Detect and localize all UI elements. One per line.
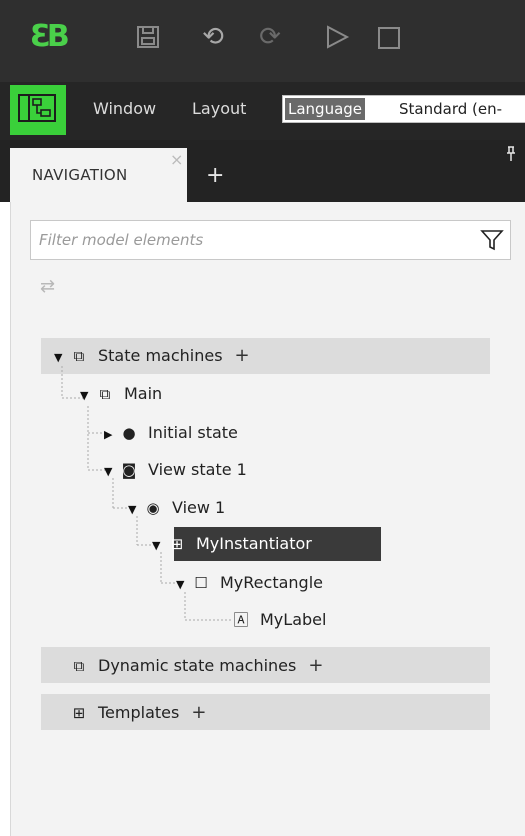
collapse-arrow-icon[interactable]: ▶ — [104, 421, 118, 449]
tree-label: View state 1 — [148, 460, 247, 479]
tree-node-view[interactable]: ▼ ◉ View 1 — [128, 494, 225, 522]
rectangle-icon: ☐ — [194, 574, 208, 592]
tree-node-dynamic-state-machines[interactable]: ⧉ Dynamic state machines + — [68, 652, 324, 680]
tree-label: State machines — [98, 346, 223, 365]
tree-node-view-state[interactable]: ▼ ◙ View state 1 — [104, 456, 247, 484]
tree-label: View 1 — [172, 498, 226, 517]
tree-node-templates[interactable]: ⊞ Templates + — [68, 699, 207, 727]
expand-arrow-icon[interactable]: ▼ — [80, 382, 94, 410]
expand-arrow-icon[interactable]: ▼ — [54, 344, 68, 372]
eye-icon: ◉ — [146, 499, 160, 517]
tree-label: Initial state — [148, 423, 238, 442]
state-machine-icon: ⧉ — [73, 657, 85, 675]
instantiator-icon: ⊞ — [170, 535, 184, 553]
tree-label: MyRectangle — [220, 573, 323, 592]
add-dynamic-state-machine-button[interactable]: + — [308, 652, 323, 680]
expand-arrow-icon[interactable]: ▼ — [128, 496, 142, 524]
expand-arrow-icon[interactable]: ▼ — [152, 532, 166, 560]
state-machine-icon: ⧉ — [99, 385, 111, 403]
expand-arrow-icon[interactable]: ▼ — [104, 458, 118, 486]
tree-node-main[interactable]: ▼ ⧉ Main — [80, 380, 162, 408]
add-state-machine-button[interactable]: + — [235, 342, 250, 370]
tree-label: Dynamic state machines — [98, 656, 297, 675]
tree-node-label[interactable]: 🄰 MyLabel — [230, 606, 326, 634]
initial-state-icon: ● — [122, 424, 136, 442]
tree-node-instantiator[interactable]: ▼ ⊞ MyInstantiator — [152, 530, 312, 558]
tree-label: MyInstantiator — [196, 534, 312, 553]
tree-label: Main — [124, 384, 163, 403]
tree-node-initial-state[interactable]: ▶ ● Initial state — [104, 419, 238, 447]
add-template-button[interactable]: + — [191, 699, 206, 727]
tree-label: Templates — [98, 703, 180, 722]
state-machine-icon: ⧉ — [73, 347, 85, 365]
tree-node-rectangle[interactable]: ▼ ☐ MyRectangle — [176, 569, 323, 597]
tree-label: MyLabel — [260, 610, 327, 629]
label-icon: 🄰 — [233, 611, 249, 629]
expand-arrow-icon[interactable]: ▼ — [176, 571, 190, 599]
tree-node-state-machines[interactable]: ▼ ⧉ State machines + — [54, 342, 250, 370]
view-state-icon: ◙ — [121, 461, 137, 479]
template-icon: ⊞ — [72, 704, 86, 722]
